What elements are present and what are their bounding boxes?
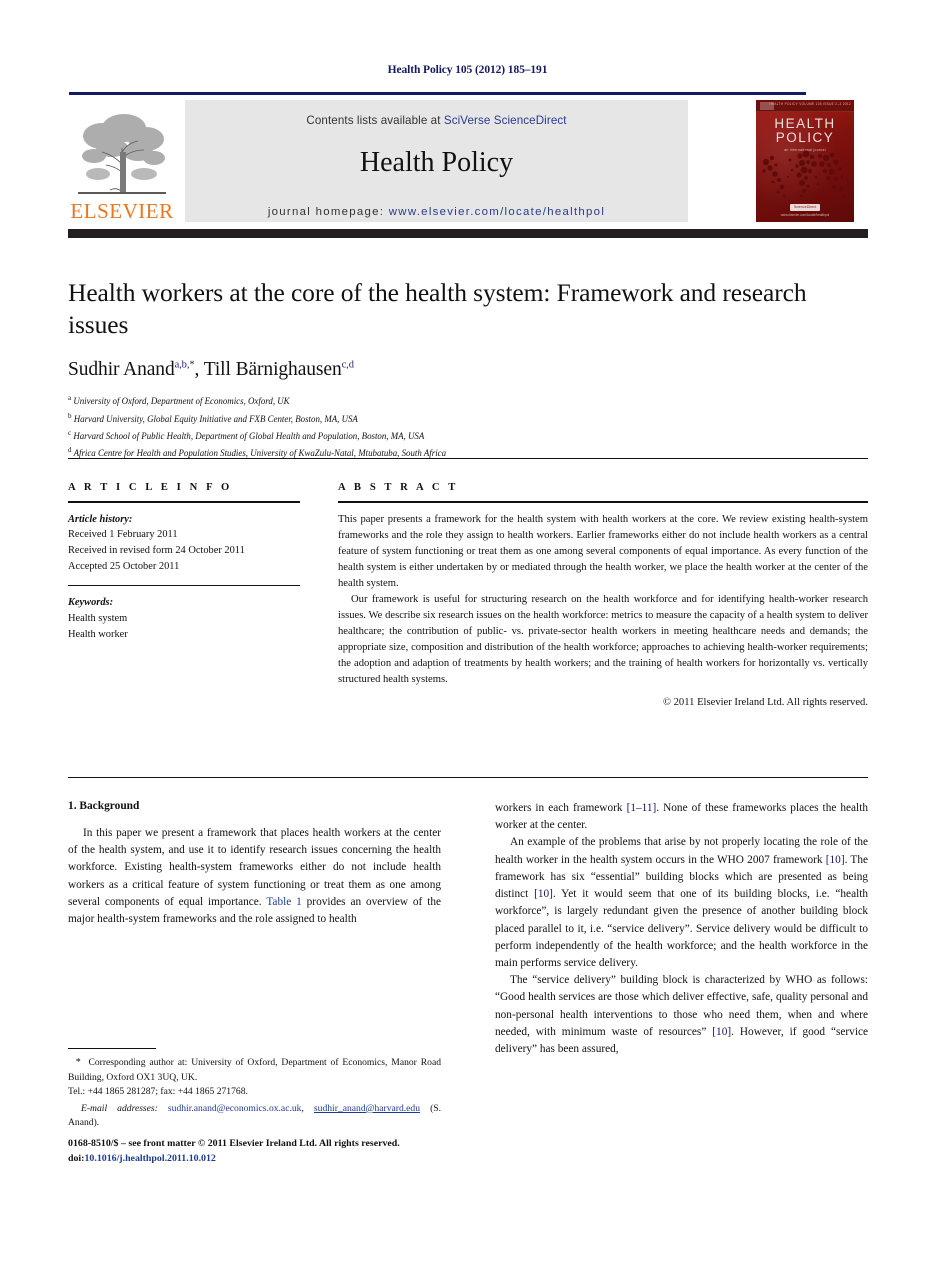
- affiliation-item: b Harvard University, Global Equity Init…: [68, 410, 868, 427]
- journal-cover-image: HEALTH POLICY VOLUME 105 ISSUE 2–3 2012 …: [756, 100, 854, 222]
- table-1-link[interactable]: Table 1: [266, 896, 301, 908]
- journal-masthead: ELSEVIER Contents lists available at Sci…: [68, 92, 868, 238]
- author-marks: a,b,*: [174, 359, 195, 371]
- imprint-block: 0168-8510/$ – see front matter © 2011 El…: [68, 1136, 488, 1167]
- elsevier-logo: ELSEVIER: [68, 100, 176, 222]
- citation-ref-10[interactable]: [10]: [534, 888, 553, 900]
- affiliation-text: Harvard University, Global Equity Initia…: [73, 413, 358, 424]
- article-title: Health workers at the core of the health…: [68, 278, 807, 340]
- affiliation-mark: a: [68, 394, 72, 403]
- affiliation-item: c Harvard School of Public Health, Depar…: [68, 427, 868, 444]
- citation-ref-10[interactable]: [10]: [826, 854, 845, 866]
- journal-banner: Contents lists available at SciVerse Sci…: [185, 100, 688, 222]
- contents-line: Contents lists available at SciVerse Sci…: [185, 100, 688, 127]
- corresponding-line: * Corresponding author at: University of…: [68, 1055, 441, 1085]
- email-link-primary[interactable]: sudhir.anand@economics.ox.ac.uk: [168, 1103, 302, 1114]
- contents-prefix: Contents lists available at: [306, 114, 444, 127]
- history-item: Received 1 February 2011: [68, 529, 178, 541]
- body-paragraph: workers in each framework [1–11]. None o…: [495, 800, 868, 834]
- email-line: E-mail addresses: sudhir.anand@economics…: [68, 1102, 441, 1131]
- keyword-item: Health system: [68, 613, 128, 625]
- citation-ref-10[interactable]: [10]: [712, 1026, 731, 1038]
- keywords-block: Keywords: Health system Health worker: [68, 595, 300, 642]
- body-column-left: 1. Background In this paper we present a…: [68, 800, 441, 928]
- article-info-column: A R T I C L E I N F O Article history: R…: [68, 482, 300, 643]
- affiliation-text: University of Oxford, Department of Econ…: [73, 396, 290, 407]
- abstract-paragraph: Our framework is useful for structuring …: [338, 593, 868, 686]
- paragraph-text: . Yet it would seem that one of its buil…: [495, 888, 869, 969]
- cover-title-line2: POLICY: [775, 129, 835, 145]
- paragraph-text: An example of the problems that arise by…: [495, 836, 868, 866]
- affiliation-item: a University of Oxford, Department of Ec…: [68, 392, 868, 409]
- article-info-rule: [68, 501, 300, 503]
- affiliation-text: Africa Centre for Health and Population …: [73, 448, 447, 459]
- running-head: Health Policy 105 (2012) 185–191: [387, 64, 548, 76]
- history-item: Accepted 25 October 2011: [68, 561, 180, 573]
- affiliation-mark: d: [68, 446, 72, 455]
- article-header: Health workers at the core of the health…: [68, 277, 868, 461]
- cover-sciencedirect-badge: ScienceDirect: [789, 203, 821, 212]
- email-separator: ,: [301, 1102, 314, 1114]
- section-heading-background: 1. Background: [68, 800, 140, 812]
- cover-top-strip: HEALTH POLICY VOLUME 105 ISSUE 2–3 2012: [756, 100, 854, 112]
- affiliation-mark: b: [68, 411, 72, 420]
- history-item: Received in revised form 24 October 2011: [68, 545, 245, 557]
- telephone-line: Tel.: +44 1865 281287; fax: +44 1865 271…: [68, 1086, 248, 1098]
- cover-world-map-dots-icon: [762, 150, 850, 198]
- citation-ref-1-11[interactable]: [1–11]: [627, 802, 657, 814]
- footnote-star-mark: *: [75, 1057, 81, 1069]
- masthead-bottom-bar: [68, 229, 868, 238]
- affiliation-text: Harvard School of Public Health, Departm…: [73, 430, 425, 441]
- header-divider-rule: [68, 458, 868, 460]
- keywords-divider-rule: [68, 584, 300, 587]
- abstract-copyright: © 2011 Elsevier Ireland Ltd. All rights …: [662, 697, 868, 709]
- elsevier-tree-icon: [78, 114, 166, 194]
- corresponding-author-footnote: * Corresponding author at: University of…: [68, 1048, 441, 1131]
- doi-line: doi:10.1016/j.healthpol.2011.10.012: [68, 1151, 488, 1166]
- corresponding-text: Corresponding author at: University of O…: [68, 1057, 441, 1083]
- body-paragraph: An example of the problems that arise by…: [495, 834, 868, 972]
- article-history-label: Article history:: [68, 513, 133, 525]
- body-paragraph: In this paper we present a framework tha…: [68, 825, 441, 928]
- email-label: E-mail addresses:: [81, 1102, 158, 1114]
- cover-title: HEALTH POLICY: [756, 117, 854, 145]
- author-list: Sudhir Ananda,b,*, Till Bärnighausenc,d: [68, 359, 868, 381]
- article-info-heading: A R T I C L E I N F O: [68, 482, 233, 493]
- body-column-right: workers in each framework [1–11]. None o…: [495, 800, 868, 1058]
- author-name: Till Bärnighausen: [203, 359, 342, 381]
- sciencedirect-link[interactable]: SciVerse ScienceDirect: [444, 114, 567, 127]
- homepage-url-link[interactable]: www.elsevier.com/locate/healthpol: [389, 206, 605, 218]
- journal-homepage-line: journal homepage: www.elsevier.com/locat…: [185, 179, 688, 218]
- footnote-rule: [68, 1048, 156, 1050]
- journal-article-page: Health Policy 105 (2012) 185–191 ELSEVIE…: [0, 0, 935, 1266]
- journal-title: Health Policy: [359, 147, 514, 178]
- cover-title-line1: HEALTH: [774, 116, 836, 131]
- affiliation-mark: c: [68, 428, 72, 437]
- abstract-heading: A B S T R A C T: [338, 482, 459, 493]
- abstract-paragraph: This paper presents a framework for the …: [338, 513, 868, 589]
- affiliation-list: a University of Oxford, Department of Ec…: [68, 392, 868, 461]
- keyword-item: Health worker: [68, 629, 128, 641]
- paragraph-text: workers in each framework: [495, 802, 627, 814]
- author-separator: ,: [194, 359, 204, 381]
- keywords-label: Keywords:: [68, 597, 114, 609]
- cover-top-strip-text: HEALTH POLICY VOLUME 105 ISSUE 2–3 2012: [769, 102, 851, 106]
- article-history: Article history: Received 1 February 201…: [68, 512, 300, 575]
- abstract-bottom-rule: [68, 777, 868, 779]
- body-paragraph: The “service delivery” building block is…: [495, 972, 868, 1058]
- abstract-rule: [338, 501, 868, 503]
- abstract-column: A B S T R A C T This paper presents a fr…: [338, 482, 868, 708]
- issn-copyright-line: 0168-8510/$ – see front matter © 2011 El…: [68, 1138, 400, 1149]
- author-marks: c,d: [341, 359, 354, 371]
- elsevier-wordmark: ELSEVIER: [70, 199, 174, 223]
- doi-label: doi:: [68, 1153, 85, 1165]
- abstract-body: This paper presents a framework for the …: [338, 512, 868, 689]
- footnote-body: * Corresponding author at: University of…: [68, 1055, 441, 1131]
- author-name: Sudhir Anand: [68, 359, 175, 381]
- email-link-secondary[interactable]: sudhir_anand@harvard.edu: [314, 1103, 420, 1114]
- homepage-label: journal homepage:: [267, 206, 385, 218]
- cover-footer: ScienceDirect www.elsevier.com/locate/he…: [756, 203, 854, 218]
- doi-link[interactable]: 10.1016/j.healthpol.2011.10.012: [84, 1153, 215, 1164]
- cover-footer-url: www.elsevier.com/locate/healthpol: [780, 213, 830, 218]
